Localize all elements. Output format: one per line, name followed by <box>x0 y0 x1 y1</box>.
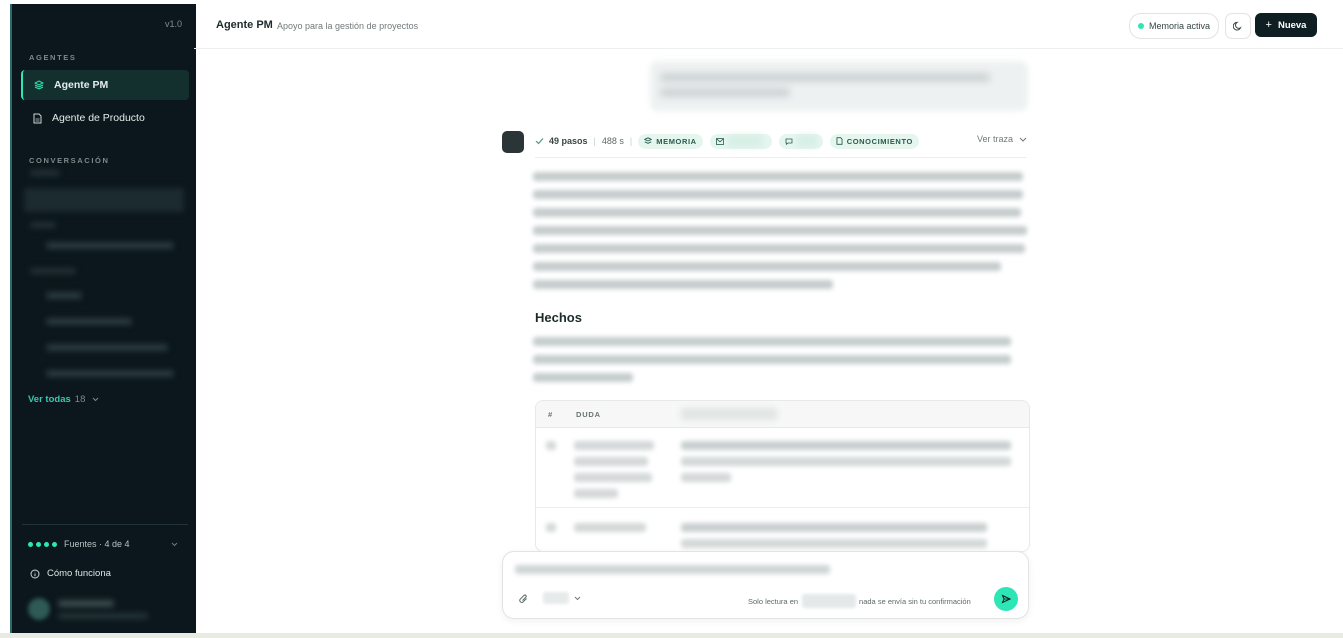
response-meta-row: 49 pasos | 488 s | MEMORIA CONOCIMIENTO … <box>535 131 1027 151</box>
model-name-redacted <box>543 592 569 604</box>
see-all-label: Ver todas <box>28 394 71 405</box>
document-icon <box>30 113 44 124</box>
steps-count: 49 pasos <box>549 136 588 146</box>
read-only-note: Solo lectura en nada se envía sin tu con… <box>748 594 971 608</box>
message-composer[interactable]: Solo lectura en nada se envía sin tu con… <box>502 551 1029 619</box>
send-icon <box>1001 594 1011 604</box>
window-edge <box>0 0 10 638</box>
note-suffix: nada se envía sin tu confirmación <box>859 596 971 606</box>
sidebar-item-agente-producto[interactable]: Agente de Producto <box>21 103 187 133</box>
layers-icon <box>32 80 46 90</box>
chevron-down-icon <box>171 542 178 546</box>
note-redacted <box>802 594 857 608</box>
doubts-table: # DUDA <box>535 400 1030 552</box>
new-label: Nueva <box>1277 19 1307 31</box>
sources-label: Fuentes · 4 de 4 <box>64 539 130 549</box>
model-selector[interactable] <box>543 592 581 604</box>
sources-status-dots <box>28 539 60 549</box>
info-icon <box>30 569 40 578</box>
assistant-avatar <box>502 131 524 153</box>
sources-selector[interactable]: Fuentes · 4 de 4 <box>28 539 178 549</box>
view-trace-label: Ver traza <box>976 134 1013 144</box>
mail-icon <box>715 137 724 145</box>
theme-toggle-button[interactable] <box>1225 13 1251 39</box>
column-header-number: # <box>548 410 553 419</box>
app-version: v1.0 <box>164 19 182 29</box>
how-it-works-label: Cómo funciona <box>47 568 111 579</box>
plus-icon: + <box>1265 19 1272 31</box>
sidebar: v1.0 AGENTES Agente PM Agente de Product… <box>10 4 196 634</box>
memory-pill[interactable]: MEMORIA <box>638 133 703 149</box>
page-title: Agente PM <box>216 19 273 31</box>
table-header: # DUDA <box>536 401 1029 428</box>
section-conversation-heading: CONVERSACIÓN <box>29 156 110 165</box>
chat-source-redacted <box>796 135 817 147</box>
paperclip-icon <box>519 594 527 603</box>
chevron-down-icon <box>1019 137 1027 142</box>
memory-status-dot <box>1138 23 1144 29</box>
user-message-bubble <box>650 61 1028 111</box>
window-bottom-edge <box>0 633 1343 638</box>
memory-active-button[interactable]: Memoria activa <box>1129 13 1220 39</box>
knowledge-pill[interactable]: CONOCIMIENTO <box>829 133 919 149</box>
column-header-redacted <box>681 408 777 420</box>
document-icon <box>836 137 843 145</box>
send-button[interactable] <box>994 587 1018 611</box>
row-divider <box>536 507 1029 508</box>
meta-divider <box>535 157 1027 158</box>
chat-source-pill[interactable] <box>778 133 823 149</box>
section-agents-heading: AGENTES <box>29 53 77 62</box>
section-heading-hechos: Hechos <box>535 310 582 325</box>
attach-button[interactable] <box>519 592 529 610</box>
view-trace-toggle[interactable]: Ver traza <box>977 134 1027 144</box>
knowledge-pill-label: CONOCIMIENTO <box>846 136 913 146</box>
note-prefix: Solo lectura en <box>748 596 799 606</box>
layers-icon <box>644 137 653 145</box>
top-bar: Agente PM Apoyo para la gestión de proye… <box>194 4 1343 49</box>
response-duration: 488 s <box>601 136 624 146</box>
column-header-duda: DUDA <box>576 410 601 419</box>
sidebar-divider <box>22 524 188 525</box>
sidebar-item-label: Agente de Producto <box>52 112 145 124</box>
sidebar-item-label: Agente PM <box>54 79 109 91</box>
memory-pill-label: MEMORIA <box>656 136 697 146</box>
page-subtitle: Apoyo para la gestión de proyectos <box>277 21 419 31</box>
how-it-works-link[interactable]: Cómo funciona <box>30 568 111 579</box>
moon-icon <box>1233 21 1242 31</box>
mail-source-redacted <box>727 135 762 147</box>
mail-source-pill[interactable] <box>709 133 772 149</box>
avatar[interactable] <box>28 598 50 620</box>
check-icon <box>535 138 544 145</box>
memory-label: Memoria activa <box>1149 21 1211 31</box>
new-conversation-button[interactable]: + Nueva <box>1255 13 1317 37</box>
chat-bubble-icon <box>785 138 793 145</box>
see-all-conversations-link[interactable]: Ver todas 18 <box>28 394 99 405</box>
chevron-down-icon <box>574 596 581 600</box>
chevron-down-icon <box>92 397 99 402</box>
conversation-count: 18 <box>74 394 86 405</box>
composer-input[interactable] <box>515 565 830 574</box>
sidebar-item-agente-pm[interactable]: Agente PM <box>21 70 189 100</box>
